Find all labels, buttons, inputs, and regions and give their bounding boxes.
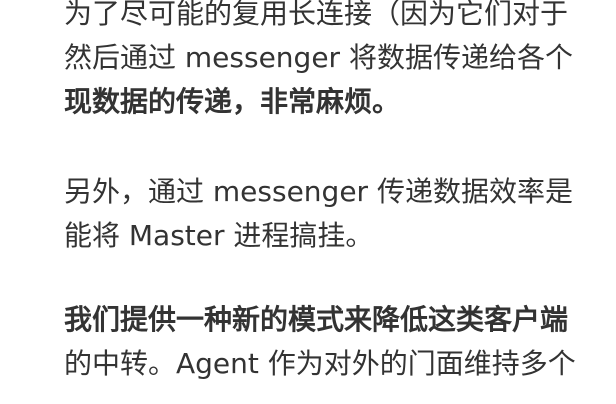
paragraph-2-line-1: 另外，通过 messenger 传递数据效率是 [64, 175, 573, 208]
paragraph-3-line-1-bold: 我们提供一种新的模式来降低这类客户端 [64, 303, 569, 336]
paragraph-2: 另外，通过 messenger 传递数据效率是 能将 Master 进程搞挂。 [64, 170, 573, 258]
paragraph-1-line-3-bold: 现数据的传递，非常麻烦。 [64, 85, 401, 118]
paragraph-1-line-1: 为了尽可能的复用长连接（因为它们对于 [64, 0, 569, 30]
paragraph-2-line-2: 能将 Master 进程搞挂。 [64, 219, 374, 252]
paragraph-3-line-2: 的中转。Agent 作为对外的门面维持多个 [64, 347, 576, 380]
paragraph-1-line-2: 然后通过 messenger 将数据传递给各个 [64, 41, 573, 74]
paragraph-1: 为了尽可能的复用长连接（因为它们对于 然后通过 messenger 将数据传递给… [64, 0, 573, 124]
paragraph-3: 我们提供一种新的模式来降低这类客户端 的中转。Agent 作为对外的门面维持多个 [64, 298, 576, 386]
